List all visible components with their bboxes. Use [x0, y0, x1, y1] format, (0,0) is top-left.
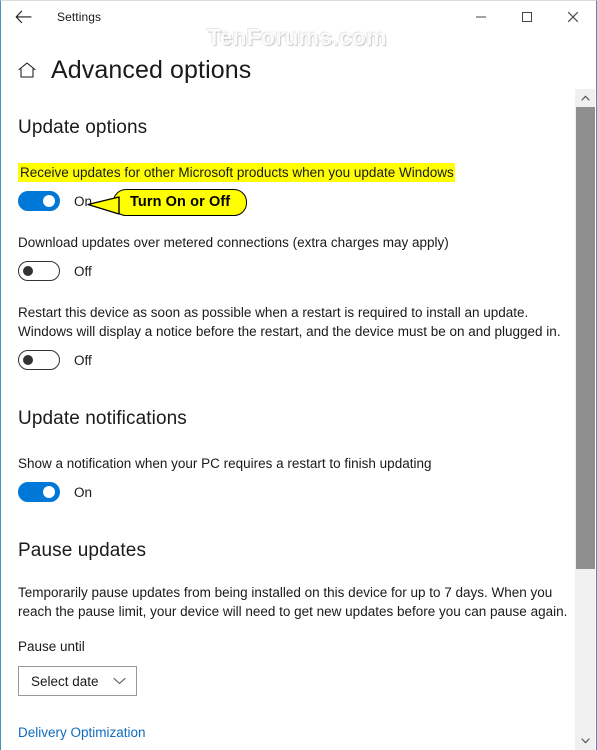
- page-header: Advanced options: [1, 53, 596, 87]
- toggle-state-restart-asap: Off: [74, 352, 92, 368]
- setting-metered-connections: Download updates over metered connection…: [18, 233, 573, 281]
- settings-window: Settings TenForums.com Advanced options …: [0, 0, 597, 750]
- page-title: Advanced options: [51, 55, 252, 84]
- callout-tail-icon: [87, 196, 120, 215]
- section-heading-pause-updates: Pause updates: [18, 540, 147, 561]
- toggle-knob: [43, 486, 55, 498]
- chevron-down-icon: [580, 738, 590, 744]
- minimize-icon: [476, 16, 486, 18]
- toggle-row-metered-connections: Off: [18, 261, 573, 281]
- setting-description-show-notification: Show a notification when your PC require…: [18, 456, 432, 471]
- chevron-up-icon: [580, 95, 590, 101]
- callout-text: Turn On or Off: [113, 189, 248, 216]
- toggle-restart-asap[interactable]: [18, 350, 60, 370]
- toggle-knob: [43, 195, 55, 207]
- toggle-state-show-notification: On: [74, 484, 93, 500]
- section-heading-update-options: Update options: [18, 117, 148, 138]
- scrollbar-thumb[interactable]: [576, 107, 595, 569]
- link-delivery-optimization-row: Delivery Optimization: [18, 724, 573, 742]
- pause-updates-description-line2: reach the pause limit, your device will …: [18, 604, 568, 619]
- setting-restart-asap: Restart this device as soon as possible …: [18, 303, 573, 370]
- toggle-state-metered-connections: Off: [74, 263, 92, 279]
- chevron-down-icon: [112, 677, 126, 685]
- close-icon: [567, 11, 579, 23]
- minimize-button[interactable]: [458, 1, 504, 33]
- toggle-metered-connections[interactable]: [18, 261, 60, 281]
- content-area: Update options Receive updates for other…: [2, 89, 595, 750]
- back-button[interactable]: [1, 1, 45, 33]
- setting-description-restart-asap-line2: Windows will display a notice before the…: [18, 324, 561, 339]
- link-delivery-optimization[interactable]: Delivery Optimization: [18, 725, 146, 740]
- setting-description-restart-asap-line1: Restart this device as soon as possible …: [18, 305, 529, 320]
- vertical-scrollbar[interactable]: [574, 89, 595, 750]
- toggle-knob: [23, 355, 33, 365]
- app-title: Settings: [57, 10, 102, 24]
- pause-until-dropdown[interactable]: Select date: [18, 666, 137, 696]
- pause-updates-description-line1: Temporarily pause updates from being ins…: [18, 585, 553, 600]
- maximize-button[interactable]: [504, 1, 550, 33]
- settings-content: Update options Receive updates for other…: [2, 89, 573, 750]
- maximize-icon: [522, 12, 532, 22]
- highlighted-text: Receive updates for other Microsoft prod…: [18, 163, 455, 182]
- close-button[interactable]: [550, 1, 596, 33]
- toggle-receive-updates[interactable]: [18, 191, 60, 211]
- title-bar: Settings: [1, 1, 596, 33]
- toggle-row-restart-asap: Off: [18, 350, 573, 370]
- section-heading-update-notifications: Update notifications: [18, 408, 187, 429]
- toggle-show-notification[interactable]: [18, 482, 60, 502]
- pause-until-value: Select date: [31, 673, 99, 689]
- pause-until-label: Pause until: [18, 639, 85, 654]
- toggle-row-show-notification: On: [18, 482, 573, 502]
- toggle-knob: [23, 266, 33, 276]
- scrollbar-down-button[interactable]: [575, 732, 595, 750]
- scrollbar-up-button[interactable]: [575, 89, 595, 107]
- setting-description-receive-updates: Receive updates for other Microsoft prod…: [18, 163, 573, 182]
- callout-annotation: Turn On or Off: [87, 189, 248, 216]
- window-controls: [458, 1, 596, 33]
- setting-description-metered-connections: Download updates over metered connection…: [18, 235, 449, 250]
- back-arrow-icon: [15, 10, 32, 24]
- setting-show-notification: Show a notification when your PC require…: [18, 454, 573, 502]
- home-icon[interactable]: [17, 61, 37, 79]
